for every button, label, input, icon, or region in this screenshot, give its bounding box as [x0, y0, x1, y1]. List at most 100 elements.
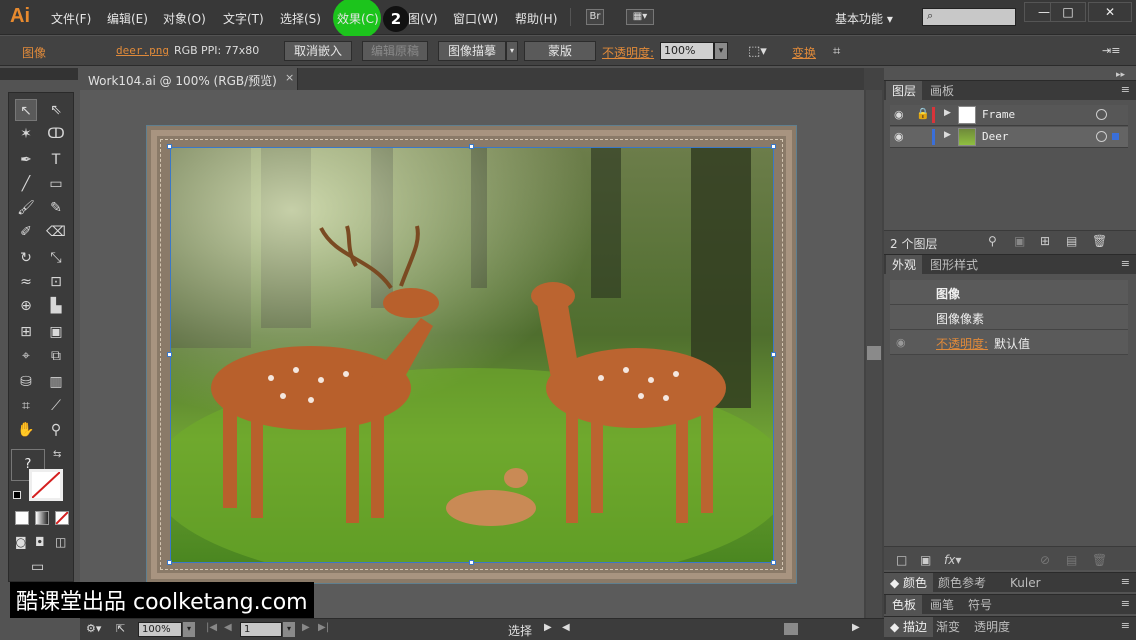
blob-brush-tool-icon[interactable]: ✐	[15, 221, 37, 243]
draw-inside-icon[interactable]: ◫	[55, 535, 66, 549]
status-arrow-icon[interactable]: ▶	[544, 622, 552, 633]
color-mode-icon[interactable]	[15, 511, 29, 525]
close-button[interactable]: ✕	[1088, 2, 1132, 22]
search-input[interactable]: ⌕	[922, 8, 1016, 26]
first-artboard-icon[interactable]: |◀	[206, 622, 217, 633]
eraser-tool-icon[interactable]: ⌫	[45, 221, 67, 243]
export-icon[interactable]: ⇱	[116, 622, 125, 635]
visibility-eye-icon[interactable]: ◉	[896, 336, 906, 349]
tab-gradient[interactable]: 渐变	[930, 617, 966, 637]
rectangle-tool-icon[interactable]: ▭	[45, 173, 67, 195]
selection-handle[interactable]	[167, 144, 172, 149]
expand-arrow-icon[interactable]: ▶	[944, 108, 951, 118]
opacity-dropdown[interactable]: ▾	[714, 42, 728, 60]
selection-type-label[interactable]: 图像	[22, 44, 46, 61]
gradient-mode-icon[interactable]	[35, 511, 49, 525]
layer-row-deer[interactable]: ◉ ▶ Deer	[890, 127, 1128, 148]
menu-window[interactable]: 窗口(W)	[453, 10, 498, 27]
tab-transparency[interactable]: 透明度	[968, 617, 1016, 637]
panel-menu-icon[interactable]: ≡	[1121, 257, 1130, 270]
rotate-tool-icon[interactable]: ↻	[15, 247, 37, 269]
menu-effect[interactable]: 效果(C)	[337, 10, 379, 27]
duplicate-item-icon[interactable]: ▤	[1066, 553, 1077, 567]
layer-row-frame[interactable]: ◉ 🔒 ▶ Frame	[890, 105, 1128, 126]
free-transform-tool-icon[interactable]: ⊡	[45, 271, 67, 293]
vertical-scroll-thumb[interactable]	[867, 346, 881, 360]
selection-handle[interactable]	[167, 560, 172, 565]
visibility-eye-icon[interactable]: ◉	[894, 108, 904, 121]
layer-name[interactable]: Deer	[982, 130, 1009, 143]
close-tab-icon[interactable]: ×	[285, 71, 294, 84]
isolate-icon[interactable]: ⌗	[833, 44, 840, 59]
column-graph-tool-icon[interactable]: ▥	[45, 371, 67, 393]
line-tool-icon[interactable]: ╱	[15, 173, 37, 195]
menu-select[interactable]: 选择(S)	[280, 10, 321, 27]
pen-tool-icon[interactable]: ✒	[15, 149, 37, 171]
none-mode-icon[interactable]	[55, 511, 69, 525]
opacity-label[interactable]: 不透明度:	[602, 44, 654, 61]
artboard-field[interactable]: 1	[240, 622, 282, 637]
lasso-tool-icon[interactable]: ↀ	[45, 123, 67, 145]
control-menu-icon[interactable]: ⇥≡	[1102, 44, 1120, 57]
tab-color-guide[interactable]: 颜色参考	[932, 573, 992, 593]
menu-edit[interactable]: 编辑(E)	[107, 10, 148, 27]
selection-handle[interactable]	[771, 352, 776, 357]
selection-handle[interactable]	[167, 352, 172, 357]
zoom-field[interactable]: 100%	[138, 622, 182, 637]
add-fill-icon[interactable]: ▣	[920, 553, 931, 567]
artboard-dropdown-icon[interactable]: ▾	[283, 622, 295, 637]
tab-brushes[interactable]: 画笔	[924, 595, 960, 615]
menu-type[interactable]: 文字(T)	[223, 10, 264, 27]
opacity-input[interactable]: 100%	[660, 42, 714, 60]
tab-graphic-styles[interactable]: 图形样式	[924, 255, 984, 275]
maximize-button[interactable]: □	[1050, 2, 1086, 22]
arrange-documents-icon[interactable]: ▦▾	[626, 9, 654, 25]
clipping-mask-icon[interactable]: ▣	[1014, 234, 1025, 248]
panel-menu-icon[interactable]: ≡	[1121, 597, 1130, 610]
target-circle-icon[interactable]	[1096, 131, 1107, 142]
tab-stroke[interactable]: ◆ 描边	[884, 617, 934, 637]
align-icon[interactable]: ⬚▾	[748, 44, 767, 59]
menu-object[interactable]: 对象(O)	[163, 10, 206, 27]
horizontal-scroll-thumb[interactable]	[784, 623, 798, 635]
linked-file-name[interactable]: deer.png	[116, 44, 169, 57]
selection-handle[interactable]	[469, 144, 474, 149]
direct-selection-tool-icon[interactable]: ⇖	[45, 99, 67, 121]
appearance-opacity-row[interactable]: ◉ 不透明度: 默认值	[890, 330, 1128, 355]
pencil-tool-icon[interactable]: ✎	[45, 197, 67, 219]
draw-normal-icon[interactable]: ◙	[15, 535, 27, 549]
deer-image[interactable]	[170, 147, 774, 563]
menu-file[interactable]: 文件(F)	[51, 10, 91, 27]
target-circle-icon[interactable]	[1096, 109, 1107, 120]
tab-artboards[interactable]: 画板	[924, 81, 960, 101]
menu-view[interactable]: 图(V)	[408, 10, 438, 27]
bridge-icon[interactable]: Br	[586, 9, 604, 25]
tab-kuler[interactable]: Kuler	[1004, 573, 1047, 593]
mask-button[interactable]: 蒙版	[524, 41, 596, 61]
scroll-right-icon[interactable]: ▶	[852, 622, 860, 633]
clear-appearance-icon[interactable]: ⊘	[1040, 553, 1050, 567]
image-trace-dropdown[interactable]: ▾	[506, 41, 518, 61]
tab-swatches[interactable]: 色板	[886, 595, 923, 615]
selection-handle[interactable]	[771, 144, 776, 149]
scroll-left-icon[interactable]: ◀	[562, 622, 570, 633]
edit-original-button[interactable]: 编辑原稿	[362, 41, 428, 61]
delete-layer-icon[interactable]: 🗑	[1092, 234, 1107, 248]
transform-link[interactable]: 变换	[792, 44, 816, 61]
add-effect-icon[interactable]: fx▾	[944, 553, 961, 567]
selection-tool-icon[interactable]: ↖	[15, 99, 37, 121]
magic-wand-tool-icon[interactable]: ✶	[15, 123, 37, 145]
image-trace-button[interactable]: 图像描摹	[438, 41, 506, 61]
layer-name[interactable]: Frame	[982, 108, 1015, 121]
zoom-tool-icon[interactable]: ⚲	[45, 419, 67, 441]
appearance-opacity-label[interactable]: 不透明度:	[936, 335, 988, 352]
expand-arrow-icon[interactable]: ▶	[944, 130, 951, 140]
lock-icon[interactable]: 🔒	[916, 107, 930, 120]
blend-tool-icon[interactable]: ⧉	[45, 345, 67, 367]
panel-menu-icon[interactable]: ≡	[1121, 83, 1130, 96]
new-sublayer-icon[interactable]: ⊞	[1040, 234, 1050, 248]
visibility-eye-icon[interactable]: ◉	[894, 130, 904, 143]
slice-tool-icon[interactable]: ⟋	[45, 395, 67, 417]
panel-menu-icon[interactable]: ≡	[1121, 575, 1130, 588]
menu-help[interactable]: 帮助(H)	[515, 10, 557, 27]
